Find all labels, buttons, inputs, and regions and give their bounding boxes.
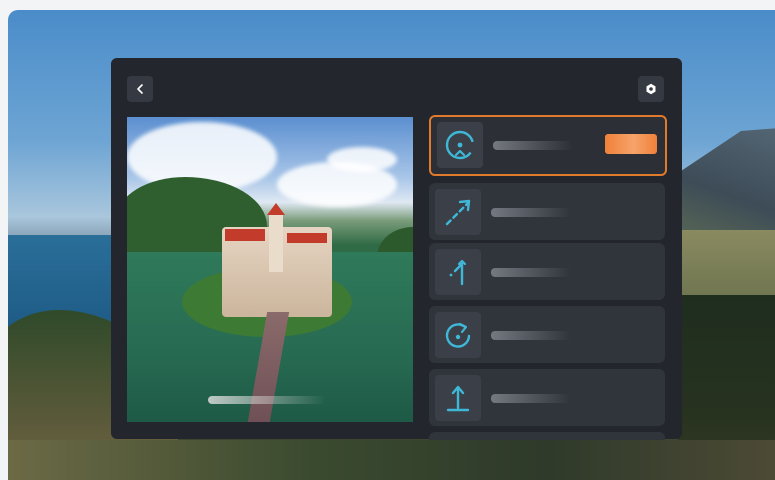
mode-item-ascend[interactable] [429,369,665,426]
rotate-icon [445,322,471,348]
mode-selected-badge [605,134,657,154]
ascend-icon [446,385,470,412]
castle-roof [287,233,327,243]
mode-icon-box [435,375,481,421]
mode-label [491,208,571,217]
mode-item-partial[interactable] [429,432,665,440]
castle-tower [269,212,283,272]
mode-item-diagonal[interactable] [429,183,665,240]
mode-label [491,331,571,340]
mode-label [491,268,571,277]
chevron-left-icon [137,84,143,94]
gear-icon [646,83,656,95]
mode-icon-box [435,249,481,295]
mode-label [491,394,571,403]
mode-icon-box [435,312,481,358]
cloud [327,147,397,172]
preview-caption [208,396,326,404]
castle-roof [225,229,265,241]
right-meadow [678,230,775,300]
mode-item-orbit[interactable] [429,115,667,176]
mode-preview-image [127,117,413,422]
return-path-icon [449,259,467,286]
orbit-icon [445,130,475,160]
diagonal-path-icon [445,199,471,226]
bottom-slope [8,440,775,480]
mode-icon-box [435,189,481,235]
mode-label [493,141,573,150]
castle-spire [267,203,285,215]
mode-item-return[interactable] [429,243,665,300]
back-button[interactable] [127,76,153,102]
settings-button[interactable] [638,76,664,102]
mode-icon-box [437,122,483,168]
mode-item-rotate[interactable] [429,306,665,363]
right-mountain [678,125,775,245]
